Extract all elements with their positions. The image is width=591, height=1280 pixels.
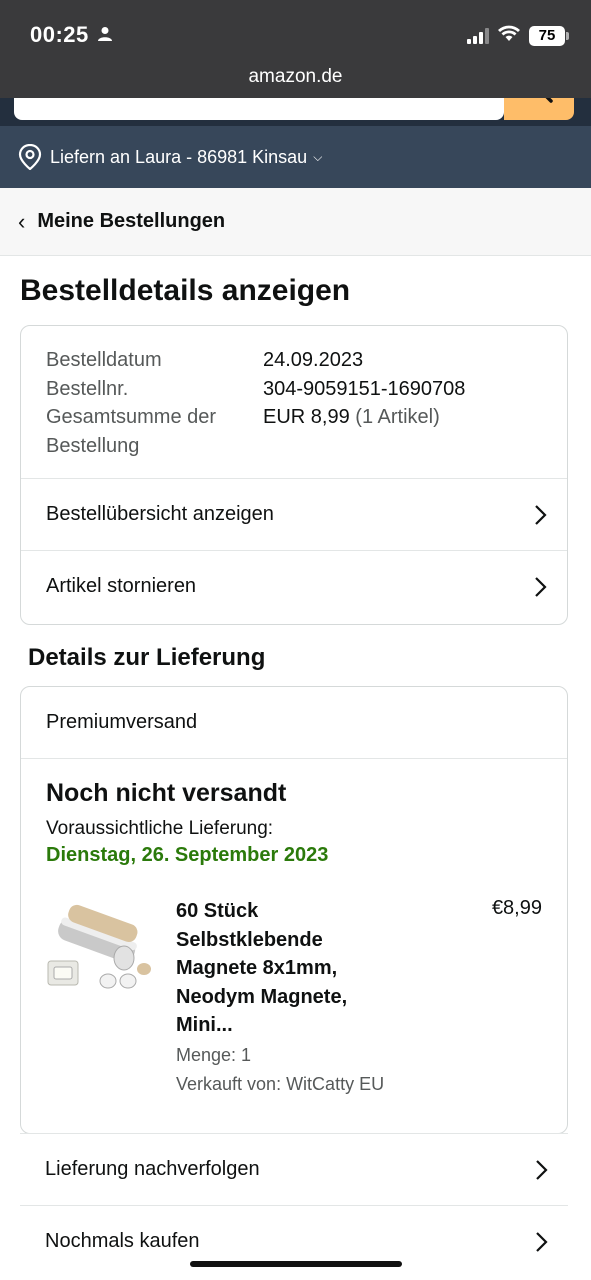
order-info-grid: Bestelldatum 24.09.2023 Bestellnr. 304-9… <box>21 326 567 478</box>
order-date-value: 24.09.2023 <box>263 349 364 371</box>
product-price: €8,99 <box>491 897 542 919</box>
cancel-items-label: Artikel stornieren <box>46 575 197 597</box>
shipment: Noch nicht versandt Voraussichtliche Lie… <box>21 759 567 1107</box>
battery-icon: 75 <box>529 25 569 46</box>
deliver-to-bar[interactable]: Liefern an Laura - 86981 Kinsau ⌵ <box>0 126 591 188</box>
chevron-right-icon <box>534 1159 548 1181</box>
status-indicators: 75 <box>467 24 569 47</box>
delivery-card: Premiumversand Noch nicht versandt Vorau… <box>20 686 568 1134</box>
shipment-status: Noch nicht versandt <box>46 779 287 807</box>
delivery-section-title: Details zur Lieferung <box>28 644 266 671</box>
order-total-items: (1 Artikel) <box>355 406 440 428</box>
order-item: 60 Stück Selbstklebende Magnete 8x1mm, N… <box>46 897 542 1107</box>
chevron-right-icon <box>533 504 547 526</box>
product-quantity: Menge: 1 <box>176 1045 252 1065</box>
track-package-label: Lieferung nachverfolgen <box>45 1158 260 1180</box>
track-package-link[interactable]: Lieferung nachverfolgen <box>20 1133 568 1205</box>
cellular-signal-icon <box>467 27 489 44</box>
status-time: 00:25 <box>30 22 113 48</box>
battery-level: 75 <box>538 27 556 44</box>
breadcrumb[interactable]: ‹ Meine Bestellungen <box>0 188 591 256</box>
product-seller: Verkauft von: WitCatty EU <box>176 1074 385 1094</box>
chevron-left-icon: ‹ <box>18 208 26 234</box>
product-image[interactable] <box>46 903 156 1003</box>
page-title: Bestelldetails anzeigen <box>20 274 351 307</box>
eta-label: Voraussichtliche Lieferung: <box>46 818 274 839</box>
order-total-label: Gesamtsumme der Bestellung <box>46 406 217 457</box>
chevron-right-icon <box>533 576 547 598</box>
url-text[interactable]: amazon.de <box>0 66 591 88</box>
view-order-summary-link[interactable]: Bestellübersicht anzeigen <box>21 478 567 550</box>
eta-date: Dienstag, 26. September 2023 <box>46 844 329 866</box>
clock-text: 00:25 <box>30 22 89 47</box>
search-bar <box>0 98 591 126</box>
chevron-right-icon <box>534 1231 548 1253</box>
product-title-link[interactable]: 60 Stück Selbstklebende Magnete 8x1mm, N… <box>176 897 376 1040</box>
breadcrumb-label: Meine Bestellungen <box>37 210 226 232</box>
order-total-value: EUR 8,99 (1 Artikel) <box>263 403 542 460</box>
person-icon <box>97 22 113 48</box>
cancel-items-link[interactable]: Artikel stornieren <box>21 550 567 622</box>
order-number-value: 304-9059151-1690708 <box>263 377 466 400</box>
order-info-card: Bestelldatum 24.09.2023 Bestellnr. 304-9… <box>20 325 568 625</box>
home-indicator[interactable] <box>190 1261 402 1267</box>
search-icon <box>545 98 553 103</box>
deliver-to-label: Liefern an Laura - 86981 Kinsau <box>50 146 308 167</box>
order-total-amount: EUR 8,99 <box>263 406 350 428</box>
order-number-label: Bestellnr. <box>46 377 129 400</box>
wifi-icon <box>497 24 521 47</box>
buy-again-label: Nochmals kaufen <box>45 1230 200 1252</box>
browser-chrome: 00:25 75 amazon.de <box>0 0 591 98</box>
location-pin-icon <box>18 144 42 170</box>
chevron-down-icon: ⌵ <box>313 149 323 164</box>
order-date-label: Bestelldatum <box>46 349 162 371</box>
view-order-summary-label: Bestellübersicht anzeigen <box>46 503 274 525</box>
shipping-type: Premiumversand <box>21 687 567 759</box>
search-button[interactable] <box>504 98 574 120</box>
search-input[interactable] <box>14 98 504 120</box>
